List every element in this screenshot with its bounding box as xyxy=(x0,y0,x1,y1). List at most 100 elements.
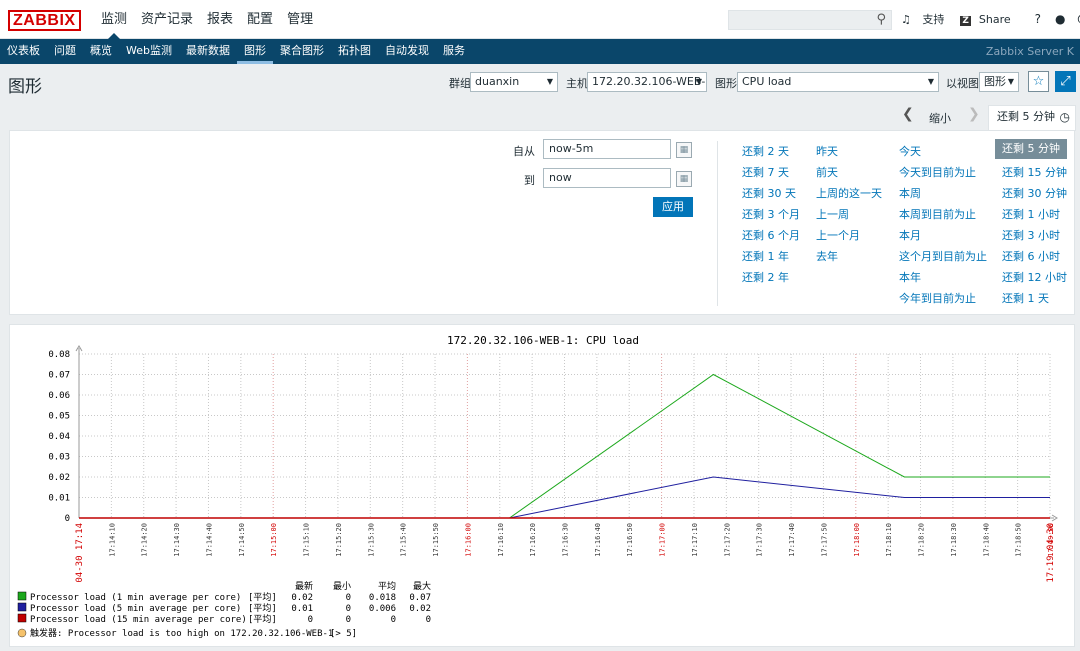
quick-range-item[interactable]: 还剩 2 天 xyxy=(742,143,789,159)
quick-range-item[interactable]: 还剩 30 分钟 xyxy=(1002,185,1067,201)
clock-icon: ◷ xyxy=(1059,110,1070,124)
menu-configuration[interactable]: 配置 xyxy=(240,0,280,39)
quick-range-item[interactable]: 前天 xyxy=(816,164,838,180)
quick-range-item[interactable]: 今天到目前为止 xyxy=(899,164,976,180)
host-label: 主机 xyxy=(566,77,588,90)
divider xyxy=(717,141,718,306)
quick-range-item[interactable]: 还剩 1 天 xyxy=(1002,290,1049,306)
quick-range-item[interactable]: 还剩 12 小时 xyxy=(1002,269,1067,285)
quick-range-item[interactable]: 本年 xyxy=(899,269,921,285)
submenu-dashboard[interactable]: 仪表板 xyxy=(0,39,47,64)
x-tick-label: 17:18:00 xyxy=(853,523,861,557)
fullscreen-icon[interactable]: ⤢ xyxy=(1055,71,1076,92)
submenu-web[interactable]: Web监测 xyxy=(119,39,179,64)
quick-range-item[interactable]: 还剩 1 小时 xyxy=(1002,206,1060,222)
quick-range-item[interactable]: 还剩 1 年 xyxy=(742,248,789,264)
x-tick-label: 17:16:30 xyxy=(562,523,570,557)
chart-title: 172.20.32.106-WEB-1: CPU load xyxy=(447,334,639,347)
quick-range-item[interactable]: 上一个月 xyxy=(816,227,860,243)
calendar-icon[interactable]: ▦ xyxy=(676,171,692,187)
x-tick-label: 17:16:40 xyxy=(594,523,602,557)
x-tick-label: 17:15:20 xyxy=(335,523,343,557)
zoom-out-button[interactable]: 缩小 xyxy=(929,110,951,126)
x-tick-label: 17:17:40 xyxy=(788,523,796,557)
submenu-graphs[interactable]: 图形 xyxy=(236,39,273,64)
quick-range-item[interactable]: 还剩 2 年 xyxy=(742,269,789,285)
x-tick-label: 17:14:30 xyxy=(173,523,181,557)
search-icon[interactable]: ⚲ xyxy=(876,12,886,27)
quick-range-item[interactable]: 本周 xyxy=(899,185,921,201)
prev-period-icon[interactable]: ❮ xyxy=(902,106,914,122)
legend-header: 平均 xyxy=(378,580,396,592)
quick-range-item[interactable]: 还剩 5 分钟 xyxy=(995,139,1067,159)
quick-range-item[interactable]: 本周到目前为止 xyxy=(899,206,976,222)
submenu-maps[interactable]: 拓扑图 xyxy=(331,39,378,64)
quick-range-item[interactable]: 昨天 xyxy=(816,143,838,159)
quick-range-item[interactable]: 今年到目前为止 xyxy=(899,290,976,306)
to-input[interactable]: now xyxy=(543,168,671,188)
submenu-problems[interactable]: 问题 xyxy=(47,39,83,64)
calendar-icon[interactable]: ▦ xyxy=(676,142,692,158)
legend-swatch xyxy=(17,591,27,601)
user-profile-icon[interactable]: ● xyxy=(1055,12,1065,26)
quick-range-item[interactable]: 去年 xyxy=(816,248,838,264)
y-tick-label: 0.03 xyxy=(48,453,70,463)
host-select[interactable]: 172.20.32.106-WEB-1 ▼ xyxy=(587,72,707,92)
menu-monitoring[interactable]: 监测 xyxy=(94,0,134,40)
menu-reports[interactable]: 报表 xyxy=(200,0,240,39)
y-tick-label: 0.02 xyxy=(48,473,70,483)
support-link[interactable]: ♫ 支持 xyxy=(901,11,952,27)
to-label: 到 xyxy=(524,174,535,187)
menu-administration[interactable]: 管理 xyxy=(280,0,320,39)
quick-range-item[interactable]: 还剩 3 个月 xyxy=(742,206,800,222)
group-select[interactable]: duanxin ▼ xyxy=(470,72,558,92)
favourite-star-icon[interactable]: ☆ xyxy=(1028,71,1049,92)
quick-range-item[interactable]: 还剩 15 分钟 xyxy=(1002,164,1067,180)
chevron-down-icon: ▼ xyxy=(927,77,934,86)
submenu-discovery[interactable]: 自动发现 xyxy=(378,39,436,64)
view-select[interactable]: 图形 ▼ xyxy=(979,72,1019,92)
quick-range-item[interactable]: 还剩 6 小时 xyxy=(1002,248,1060,264)
y-tick-label: 0.04 xyxy=(48,432,70,442)
quick-range-item[interactable]: 还剩 3 小时 xyxy=(1002,227,1060,243)
legend-value: 0.006 xyxy=(369,604,396,614)
from-input[interactable]: now-5m xyxy=(543,139,671,159)
apply-button[interactable]: 应用 xyxy=(653,197,693,217)
x-tick-label: 17:18:50 xyxy=(1015,523,1023,557)
help-link[interactable]: ? xyxy=(1035,12,1041,26)
quick-range-item[interactable]: 还剩 6 个月 xyxy=(742,227,800,243)
legend-value: 0 xyxy=(346,604,351,614)
quick-range-item[interactable]: 还剩 30 天 xyxy=(742,185,796,201)
quick-range-item[interactable]: 这个月到目前为止 xyxy=(899,248,987,264)
legend-series-name: Processor load (5 min average per core) xyxy=(30,604,241,614)
submenu-services[interactable]: 服务 xyxy=(436,39,472,64)
quick-range-item[interactable]: 今天 xyxy=(899,143,921,159)
y-tick-label: 0.07 xyxy=(48,371,70,381)
x-tick-label: 17:14:40 xyxy=(205,523,213,557)
submenu-screens[interactable]: 聚合图形 xyxy=(273,39,331,64)
zabbix-logo[interactable]: ZABBIX xyxy=(8,10,81,31)
x-tick-label: 17:14:50 xyxy=(238,523,246,557)
legend-value: 0.01 xyxy=(291,604,313,614)
x-tick-label: 17:18:40 xyxy=(982,523,990,557)
search-input[interactable]: ⚲ xyxy=(728,10,892,30)
menu-inventory[interactable]: 资产记录 xyxy=(134,0,200,39)
submenu-overview[interactable]: 概览 xyxy=(83,39,119,64)
graph-select[interactable]: CPU load ▼ xyxy=(737,72,939,92)
share-link[interactable]: Z Share xyxy=(960,13,1018,26)
x-tick-label: 17:15:30 xyxy=(367,523,375,557)
submenu-latest-data[interactable]: 最新数据 xyxy=(179,39,237,64)
view-label: 以视图 xyxy=(946,77,979,90)
x-tick-label: 04-30 17:14 xyxy=(75,523,85,583)
next-period-icon[interactable]: ❯ xyxy=(968,106,980,122)
headset-icon: ♫ xyxy=(901,13,911,26)
legend-value: 0.018 xyxy=(369,593,396,603)
quick-range-item[interactable]: 上周的这一天 xyxy=(816,185,882,201)
trigger-threshold: [> 5] xyxy=(330,629,357,639)
legend-value: 0.02 xyxy=(409,604,431,614)
x-tick-label: 17:16:00 xyxy=(464,523,472,557)
quick-range-item[interactable]: 还剩 7 天 xyxy=(742,164,789,180)
quick-range-item[interactable]: 上一周 xyxy=(816,206,849,222)
quick-range-item[interactable]: 本月 xyxy=(899,227,921,243)
time-tab[interactable]: 还剩 5 分钟 ◷ xyxy=(988,105,1076,131)
